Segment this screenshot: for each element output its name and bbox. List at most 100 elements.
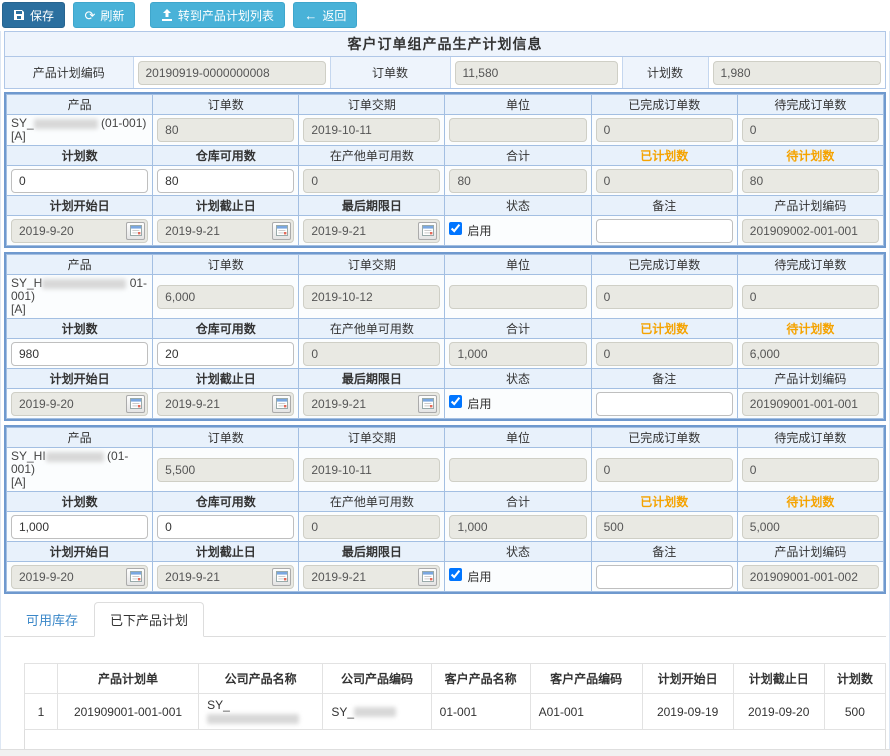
plan-qty-input[interactable]: [11, 515, 148, 539]
plan-qty-header: 计划数: [7, 492, 153, 512]
total-field: [449, 169, 586, 193]
cell-plan-qty: 500: [824, 694, 885, 730]
planned-qty-field: [596, 169, 733, 193]
calendar-icon[interactable]: [272, 222, 291, 240]
plan-end-header: 计划截止日: [153, 196, 299, 216]
calendar-icon[interactable]: [418, 395, 437, 413]
enabled-checkbox[interactable]: [449, 222, 462, 235]
remark-input[interactable]: [596, 565, 733, 589]
cell-company-product-code: SY_: [323, 694, 431, 730]
plan-count-field: [713, 61, 882, 85]
product-tag: [A]: [11, 129, 26, 143]
product-name: SY_HI (01-001) [A]: [7, 448, 153, 492]
plan-qty-header: 计划数: [7, 319, 153, 339]
calendar-icon[interactable]: [126, 222, 145, 240]
completed-orders-field: [596, 458, 733, 482]
main-content: 客户订单组产品生产计划信息 产品计划编码 订单数 计划数 产品 订单数 订单交期…: [0, 31, 890, 756]
tab-panel: 产品计划单 公司产品名称 公司产品编码 客户产品名称 客户产品编码 计划开始日 …: [4, 637, 886, 756]
refresh-button[interactable]: ⟳ 刷新: [73, 2, 135, 28]
col-plan-qty: 计划数: [824, 664, 885, 694]
redacted-company-product-code: [354, 707, 396, 717]
plan-end-date-value: 2019-9-21: [165, 570, 220, 584]
plan-start-header: 计划开始日: [7, 196, 153, 216]
tab-available-inventory[interactable]: 可用库存: [10, 602, 94, 637]
enabled-checkbox[interactable]: [449, 568, 462, 581]
plan-start-date-value: 2019-9-20: [19, 397, 74, 411]
plan-code-field: [138, 61, 326, 85]
plan-code-header: 产品计划编码: [737, 542, 883, 562]
other-order-avail-header: 在产他单可用数: [299, 146, 445, 166]
order-due-field: [303, 458, 440, 482]
cell-plan-no: 201909001-001-001: [57, 694, 198, 730]
warehouse-avail-header: 仓库可用数: [153, 146, 299, 166]
total-header: 合计: [445, 319, 591, 339]
calendar-icon[interactable]: [126, 395, 145, 413]
cell-customer-product-code: A01-001: [530, 694, 642, 730]
company-product-prefix: SY_: [207, 698, 230, 712]
calendar-icon[interactable]: [418, 222, 437, 240]
total-field: [449, 342, 586, 366]
company-code-prefix: SY_: [331, 705, 354, 719]
order-qty-field: [157, 285, 294, 309]
save-icon: [13, 9, 25, 21]
plan-end-date-field: 2019-9-21: [157, 392, 294, 416]
pending-orders-field: [742, 285, 879, 309]
warehouse-avail-input[interactable]: [157, 342, 294, 366]
unit-field: [449, 118, 586, 142]
calendar-icon[interactable]: [418, 568, 437, 586]
plan-block: 产品 订单数 订单交期 单位 已完成订单数 待完成订单数 SY_HI (01-0…: [4, 425, 886, 594]
table-row[interactable]: 1 201909001-001-001 SY_ SY_ 01-001 A01-0…: [25, 694, 886, 730]
pending-orders-header: 待完成订单数: [737, 95, 883, 115]
redacted-product-name: [34, 119, 98, 129]
order-due-field: [303, 285, 440, 309]
table-header-row: 产品计划单 公司产品名称 公司产品编码 客户产品名称 客户产品编码 计划开始日 …: [25, 664, 886, 694]
plan-qty-input[interactable]: [11, 169, 148, 193]
back-button[interactable]: ← 返回: [293, 2, 357, 28]
enabled-label: 启用: [467, 224, 491, 238]
order-count-field: [455, 61, 618, 85]
warehouse-avail-input[interactable]: [157, 515, 294, 539]
cell-customer-product-name: 01-001: [431, 694, 530, 730]
order-due-field: [303, 118, 440, 142]
unit-header: 单位: [445, 255, 591, 275]
col-customer-product-name: 客户产品名称: [431, 664, 530, 694]
horizontal-scrollbar[interactable]: [0, 749, 890, 756]
order-due-header: 订单交期: [299, 255, 445, 275]
warehouse-avail-input[interactable]: [157, 169, 294, 193]
col-plan-start: 计划开始日: [642, 664, 733, 694]
enabled-checkbox[interactable]: [449, 395, 462, 408]
completed-orders-header: 已完成订单数: [591, 95, 737, 115]
completed-orders-field: [596, 118, 733, 142]
to-plan-qty-header: 待计划数: [737, 146, 883, 166]
goto-plan-list-button[interactable]: 转到产品计划列表: [150, 2, 285, 28]
status-header: 状态: [445, 196, 591, 216]
tab-placed-product-plans[interactable]: 已下产品计划: [94, 602, 204, 637]
status-header: 状态: [445, 369, 591, 389]
plan-end-header: 计划截止日: [153, 369, 299, 389]
enabled-label: 启用: [467, 397, 491, 411]
unit-header: 单位: [445, 428, 591, 448]
total-header: 合计: [445, 146, 591, 166]
completed-orders-header: 已完成订单数: [591, 428, 737, 448]
remark-input[interactable]: [596, 219, 733, 243]
plan-count-label: 计划数: [622, 57, 708, 88]
order-qty-header: 订单数: [153, 255, 299, 275]
calendar-icon[interactable]: [272, 395, 291, 413]
col-customer-product-code: 客户产品编码: [530, 664, 642, 694]
plan-code-header: 产品计划编码: [737, 369, 883, 389]
deadline-header: 最后期限日: [299, 369, 445, 389]
deadline-header: 最后期限日: [299, 196, 445, 216]
calendar-icon[interactable]: [272, 568, 291, 586]
calendar-icon[interactable]: [126, 568, 145, 586]
plan-end-header: 计划截止日: [153, 542, 299, 562]
save-button[interactable]: 保存: [2, 2, 65, 28]
other-order-avail-header: 在产他单可用数: [299, 492, 445, 512]
other-order-avail-field: [303, 342, 440, 366]
product-tag: [A]: [11, 302, 26, 316]
order-due-header: 订单交期: [299, 428, 445, 448]
deadline-date-field: 2019-9-21: [303, 565, 440, 589]
pending-orders-header: 待完成订单数: [737, 255, 883, 275]
remark-input[interactable]: [596, 392, 733, 416]
order-qty-header: 订单数: [153, 95, 299, 115]
plan-qty-input[interactable]: [11, 342, 148, 366]
